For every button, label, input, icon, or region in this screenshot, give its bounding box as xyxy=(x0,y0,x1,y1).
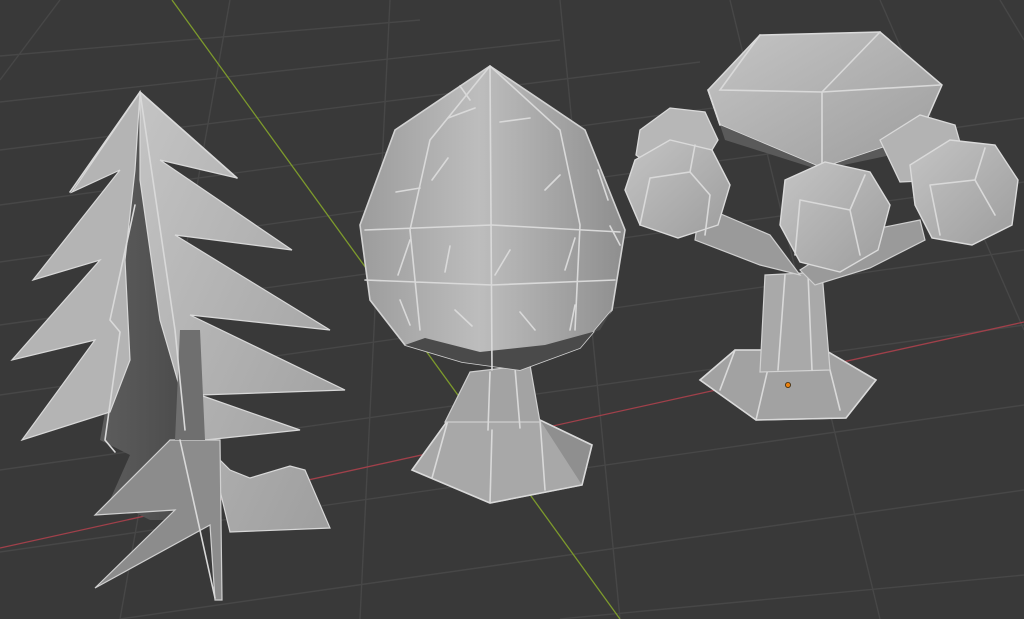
object-origin-marker xyxy=(785,381,792,388)
3d-viewport[interactable] xyxy=(0,0,1024,619)
pine-tree-object[interactable] xyxy=(10,89,346,601)
bush-tree-object[interactable] xyxy=(624,31,1019,421)
viewport-canvas[interactable] xyxy=(0,0,1024,619)
round-tree-object[interactable] xyxy=(359,65,626,504)
